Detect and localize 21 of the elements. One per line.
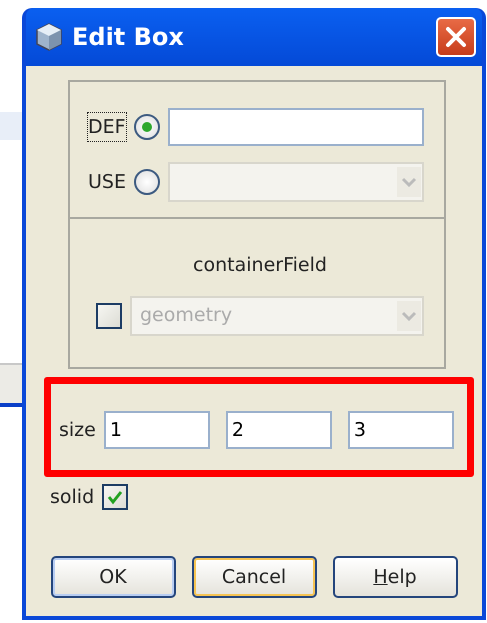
size-input-field[interactable]: 3 — [348, 411, 454, 449]
cube-icon — [34, 22, 64, 52]
chevron-down-icon — [396, 300, 422, 332]
use-label: USE — [88, 170, 126, 195]
size-input-field[interactable]: 2 — [226, 411, 332, 449]
close-button[interactable] — [436, 17, 476, 57]
close-icon — [443, 24, 469, 50]
def-label: DEF — [88, 112, 126, 142]
checkmark-icon — [106, 488, 124, 506]
window-title: Edit Box — [72, 22, 185, 53]
size-label: size — [59, 418, 96, 443]
chevron-down-icon — [396, 166, 422, 198]
dialog-button[interactable]: Help — [332, 556, 458, 598]
size-input-field[interactable]: 1 — [104, 411, 210, 449]
def-radio[interactable] — [134, 114, 160, 140]
solid-checkbox[interactable] — [102, 484, 128, 510]
container-field-label: containerField — [193, 253, 327, 278]
def-input-field[interactable] — [168, 108, 424, 146]
dialog-button[interactable]: OK — [50, 556, 176, 598]
solid-label: solid — [50, 485, 94, 510]
dialog-button[interactable]: Cancel — [192, 556, 316, 598]
